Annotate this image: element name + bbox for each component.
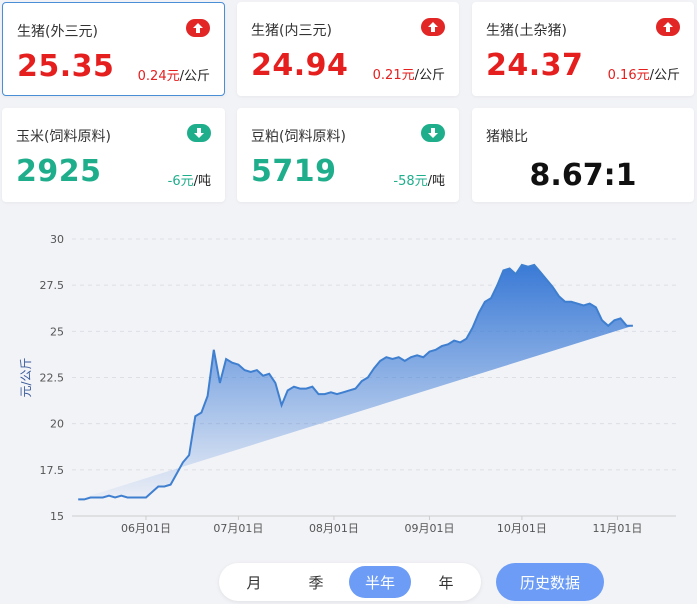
arrow-down-icon bbox=[421, 124, 445, 142]
price-card-soybean-meal[interactable]: 豆粕(饲料原料) 5719 -58元/吨 bbox=[237, 108, 459, 202]
card-label: 生猪(外三元) bbox=[17, 24, 98, 40]
card-price: 24.37 bbox=[486, 48, 584, 83]
price-chart-svg: 15 17.5 20 22.5 25 27.5 30 06月01日 07月01日 08月01日 09… bbox=[19, 233, 676, 535]
y-tick-label: 25 bbox=[50, 325, 64, 338]
change-unit: /公斤 bbox=[649, 68, 680, 83]
y-tick-label: 27.5 bbox=[40, 279, 65, 292]
card-price: 2925 bbox=[16, 154, 102, 189]
tab-month[interactable]: 月 bbox=[223, 566, 285, 598]
change-unit: /公斤 bbox=[179, 69, 210, 84]
series-area bbox=[78, 264, 633, 500]
arrow-up-icon bbox=[186, 19, 210, 37]
card-label: 猪粮比 bbox=[486, 129, 528, 145]
card-label: 生猪(内三元) bbox=[251, 23, 332, 39]
card-price: 5719 bbox=[251, 154, 337, 189]
arrow-up-icon bbox=[421, 18, 445, 36]
tab-half-year[interactable]: 半年 bbox=[349, 566, 411, 598]
change-amount: 0.16元 bbox=[607, 68, 650, 83]
x-tick-label: 10月01日 bbox=[497, 522, 547, 535]
change-amount: 0.24元 bbox=[137, 69, 180, 84]
card-change: 0.21元/公斤 bbox=[373, 64, 445, 83]
card-label: 豆粕(饲料原料) bbox=[251, 129, 346, 145]
hog-grain-ratio-card: 猪粮比 8.67:1 bbox=[472, 108, 694, 202]
y-tick-label: 20 bbox=[50, 418, 64, 431]
arrow-up-icon bbox=[656, 18, 680, 36]
x-tick-label: 06月01日 bbox=[121, 522, 171, 535]
change-amount: 0.21元 bbox=[372, 68, 415, 83]
card-change: -58元/吨 bbox=[393, 170, 445, 189]
x-tick-label: 11月01日 bbox=[592, 522, 642, 535]
tab-quarter[interactable]: 季 bbox=[285, 566, 347, 598]
change-unit: /公斤 bbox=[414, 68, 445, 83]
card-price: 25.35 bbox=[17, 49, 115, 84]
card-price: 24.94 bbox=[251, 48, 349, 83]
range-tabs: 月 季 半年 年 bbox=[219, 563, 481, 601]
x-tick-label: 07月01日 bbox=[213, 522, 263, 535]
card-label: 玉米(饲料原料) bbox=[16, 129, 111, 145]
change-amount: -6元 bbox=[167, 174, 194, 189]
card-label: 生猪(土杂猪) bbox=[486, 23, 567, 39]
ratio-value: 8.67:1 bbox=[529, 158, 637, 193]
x-tick-label: 09月01日 bbox=[404, 522, 454, 535]
y-axis-label: 元/公斤 bbox=[19, 357, 33, 397]
tab-year[interactable]: 年 bbox=[415, 566, 477, 598]
price-card-pig-waisanyuan[interactable]: 生猪(外三元) 25.35 0.24元/公斤 bbox=[2, 2, 225, 96]
price-chart: 15 17.5 20 22.5 25 27.5 30 06月01日 07月01日 08月01日 09… bbox=[0, 210, 697, 550]
change-unit: /吨 bbox=[427, 174, 445, 189]
change-unit: /吨 bbox=[193, 174, 211, 189]
card-change: 0.24元/公斤 bbox=[138, 65, 210, 84]
history-data-button[interactable]: 历史数据 bbox=[496, 563, 604, 601]
price-card-pig-tuzazhu[interactable]: 生猪(土杂猪) 24.37 0.16元/公斤 bbox=[472, 2, 694, 96]
change-amount: -58元 bbox=[393, 174, 428, 189]
y-tick-label: 22.5 bbox=[40, 372, 65, 385]
y-tick-label: 30 bbox=[50, 233, 64, 246]
x-tick-label: 08月01日 bbox=[309, 522, 359, 535]
card-change: -6元/吨 bbox=[168, 170, 211, 189]
price-card-corn[interactable]: 玉米(饲料原料) 2925 -6元/吨 bbox=[2, 108, 225, 202]
card-change: 0.16元/公斤 bbox=[608, 64, 680, 83]
y-tick-label: 15 bbox=[50, 510, 64, 523]
arrow-down-icon bbox=[187, 124, 211, 142]
y-tick-label: 17.5 bbox=[40, 464, 65, 477]
price-card-pig-neisanyuan[interactable]: 生猪(内三元) 24.94 0.21元/公斤 bbox=[237, 2, 459, 96]
